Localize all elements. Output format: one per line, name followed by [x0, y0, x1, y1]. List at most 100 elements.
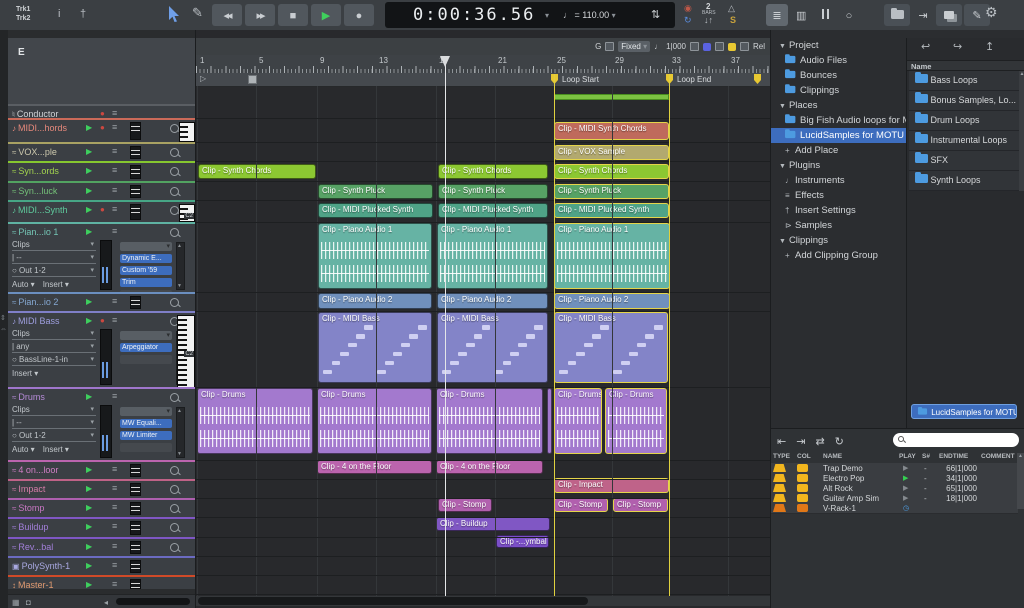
track-zoom-icon[interactable] — [170, 298, 179, 307]
clip-four-on-the-floor[interactable]: Clip - 4 on the Floor — [317, 460, 432, 474]
insert-effect-chip[interactable]: Trim — [120, 278, 172, 287]
track-menu-icon[interactable]: ≡ — [112, 146, 117, 156]
clip-buildup[interactable]: Clip - Buildup — [436, 517, 550, 531]
track-play-icon[interactable]: ▶ — [86, 205, 92, 214]
track-name[interactable]: ▣PolySynth-1 — [12, 561, 70, 571]
insert-effect-chip[interactable]: MW Limiter — [120, 431, 172, 440]
insert-scrollbar[interactable] — [176, 407, 185, 458]
chunks-scrollbar[interactable]: ▲ — [1017, 453, 1024, 509]
timeline-scrollbar[interactable] — [196, 596, 771, 606]
chunks-column-header[interactable]: ENDTIME — [939, 453, 968, 460]
track-name[interactable]: ♪MIDI...hords — [12, 123, 67, 133]
insert-slot-empty[interactable] — [120, 443, 172, 452]
chunks-column-header[interactable]: NAME — [823, 453, 842, 460]
track-mini-fader[interactable] — [130, 165, 141, 179]
track-record-icon[interactable]: ● — [100, 123, 105, 132]
track-zoom-icon[interactable] — [170, 504, 179, 513]
grid-icon[interactable]: ▦ — [12, 598, 20, 607]
back-icon[interactable]: ↩ — [921, 40, 930, 53]
chunk-color-swatch[interactable] — [797, 494, 808, 502]
track-zoom-icon[interactable] — [170, 228, 179, 237]
tree-item-big-fish-audio-loops-for-motu[interactable]: Big Fish Audio loops for MOTU — [771, 113, 906, 128]
chunk-play-icon[interactable]: ◷ — [903, 504, 909, 512]
track-name[interactable]: ≈Syn...ords — [12, 166, 59, 176]
disclosure-triangle-icon[interactable]: ▼ — [779, 43, 786, 50]
pointer-tool-icon[interactable] — [168, 6, 181, 27]
marker-play-icon[interactable]: ▷ — [200, 74, 206, 83]
loop-boundary-line[interactable] — [554, 74, 555, 596]
browser-folder-row[interactable]: Bass Loops — [909, 71, 1019, 91]
track-mini-fader[interactable] — [130, 560, 141, 573]
clip-midi-bass[interactable]: Clip - MIDI Bass — [437, 312, 548, 383]
track-io-select[interactable]: ○ Out 1-2▾ — [12, 266, 96, 277]
browser-folder-row[interactable]: Bonus Samples, Lo... — [909, 91, 1019, 111]
browser-scrollbar[interactable]: ▲ — [1019, 71, 1024, 191]
chunks-search-input[interactable] — [893, 433, 1019, 447]
track-play-icon[interactable]: ▶ — [86, 465, 92, 474]
tempo-display[interactable]: ♩ = 110.00 ▾ — [563, 10, 616, 20]
track-info-icon[interactable]: i — [58, 9, 60, 20]
track-io-select[interactable]: ○ Out 1-2▾ — [12, 431, 96, 442]
auto-record-icon[interactable]: ↓↑ — [704, 15, 713, 25]
tree-item-project[interactable]: ▼Project — [771, 38, 906, 53]
tree-item-add-place[interactable]: +Add Place — [771, 143, 906, 158]
track-row[interactable]: ≈4 on...loor▶≡ — [8, 460, 195, 479]
snapshot-icon[interactable]: ◘ — [26, 598, 31, 607]
track-name[interactable]: ≈VOX...ple — [12, 147, 57, 157]
track-record-icon[interactable]: ● — [100, 205, 105, 214]
track-name[interactable]: ≈Syn...luck — [12, 186, 57, 196]
chunk-color-swatch[interactable] — [797, 464, 808, 472]
track-play-icon[interactable]: ▶ — [86, 542, 92, 551]
splitter-icon[interactable]: ⇔ — [0, 326, 7, 333]
marker-layer-checkbox[interactable] — [715, 42, 724, 51]
clip-stomp[interactable]: Clip - Stomp — [438, 498, 492, 512]
track-play-icon[interactable]: ▶ — [86, 297, 92, 306]
chunk-play-icon[interactable]: ▶ — [903, 484, 908, 492]
chunk-row[interactable]: V-Rack-1◷ — [771, 503, 1018, 514]
track-name[interactable]: ≈Drums — [12, 392, 45, 402]
clip-drums[interactable]: Clip - Drums — [436, 388, 543, 454]
loop-icon[interactable]: ↻ — [684, 15, 692, 26]
tree-item-add-clipping-group[interactable]: +Add Clipping Group — [771, 248, 906, 263]
gear-icon[interactable]: ⚙ — [985, 7, 998, 18]
mini-piano-icon[interactable] — [179, 122, 195, 142]
track-name[interactable]: ≈Rev...bal — [12, 542, 53, 552]
track-mini-fader[interactable] — [130, 296, 141, 309]
track-mini-fader[interactable] — [130, 579, 141, 589]
loop-boundary-line[interactable] — [669, 74, 670, 596]
clip-drums[interactable] — [547, 388, 552, 454]
track-mini-fader[interactable] — [130, 521, 141, 535]
track-zoom-icon[interactable] — [170, 466, 179, 475]
insert-effect-chip[interactable]: Custom '59 — [120, 266, 172, 275]
rel-checkbox[interactable] — [740, 42, 749, 51]
track-row[interactable]: ≈Impact▶≡ — [8, 479, 195, 498]
track-row[interactable]: ≈Pian...io 1▶≡Clips▾| --▾○ Out 1-2▾Auto … — [8, 222, 195, 292]
track-mini-fader[interactable] — [130, 185, 141, 198]
track-name[interactable]: ≈Stomp — [12, 503, 44, 513]
track-name[interactable]: ↕Master-1 — [12, 580, 54, 589]
clip-synth-chords[interactable]: Clip - Synth Chords — [198, 164, 316, 179]
track-row[interactable]: ♪MIDI...hords▶●≡ — [8, 118, 195, 142]
clip-synth-chords[interactable]: Clip - Synth Chords — [438, 164, 548, 179]
fast-forward-button[interactable]: ▸▸ — [245, 4, 275, 26]
track-row[interactable]: ♪MIDI Bass▶●≡Clips▾| any▾○ BassLine-1-in… — [8, 311, 195, 387]
track-zoom-icon[interactable] — [170, 187, 179, 196]
chain-icon[interactable]: ⇄ — [815, 435, 824, 448]
track-mini-fader[interactable] — [130, 541, 141, 554]
track-zoom-icon[interactable] — [170, 148, 179, 157]
punch-icon[interactable]: ◉ — [684, 3, 692, 14]
track-name[interactable]: ♪MIDI...Synth — [12, 205, 68, 215]
clip-piano-audio-1[interactable]: Clip - Piano Audio 1 — [437, 223, 548, 289]
track-insert-select[interactable]: Insert ▾ — [43, 280, 69, 289]
playhead-marker[interactable] — [440, 56, 450, 67]
up-icon[interactable]: ↥ — [985, 40, 994, 53]
browser-folder-row[interactable]: Instrumental Loops — [909, 131, 1019, 151]
clip-drums[interactable]: Clip - Drums — [554, 388, 602, 454]
track-menu-icon[interactable]: ≡ — [112, 391, 117, 401]
browser-folder-row[interactable]: SFX — [909, 151, 1019, 171]
track-mini-fader[interactable] — [130, 464, 141, 477]
chunk-play-icon[interactable]: ▶ — [903, 494, 908, 502]
horizontal-scrollbar[interactable] — [116, 598, 190, 605]
playhead[interactable] — [445, 56, 446, 596]
track-play-icon[interactable]: ▶ — [86, 484, 92, 493]
